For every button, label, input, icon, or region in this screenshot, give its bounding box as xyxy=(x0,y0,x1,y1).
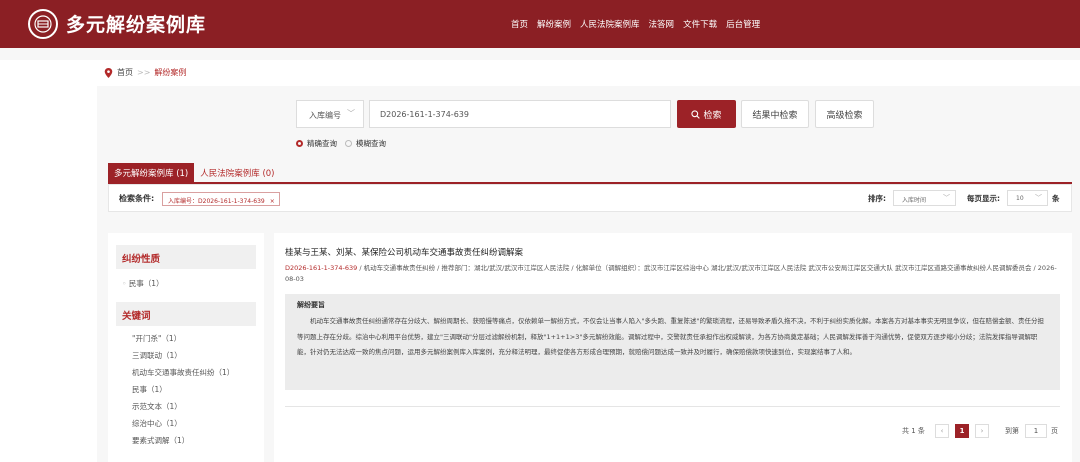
sort-select-value: 入库时间 xyxy=(902,197,927,204)
facet-keyword-item[interactable]: 示范文本（1） xyxy=(132,401,182,412)
exact-mode-radio[interactable] xyxy=(296,140,303,147)
tab-diverse-cases[interactable]: 多元解纷案例库 (1) xyxy=(108,163,195,182)
chevron-down-icon: ﹀ xyxy=(1035,194,1042,202)
breadcrumb: 首页 >> 解纷案例 xyxy=(104,67,186,78)
facet-nature-title: 纠纷性质 xyxy=(116,245,256,269)
bullet-icon: ◦ xyxy=(122,279,129,288)
summary-text: 机动车交通事故责任纠纷通常存在分歧大、解纷周期长、获赔慢等痛点，仅依赖单一解纷方… xyxy=(297,317,1044,356)
chevron-down-icon: ﹀ xyxy=(347,109,355,118)
breadcrumb-home[interactable]: 首页 xyxy=(117,67,133,78)
goto-unit: 页 xyxy=(1051,427,1058,435)
facet-keyword-item[interactable]: 要素式调解（1） xyxy=(132,435,189,446)
condition-tag-text: 入库编号：D2026-161-1-374-639 xyxy=(168,198,265,205)
facet-keyword-item[interactable]: 机动车交通事故责任纠纷（1） xyxy=(132,367,234,378)
site-title: 多元解纷案例库 xyxy=(66,14,207,36)
condition-tag[interactable]: 入库编号：D2026-161-1-374-639 × xyxy=(162,192,280,206)
search-within-results-button[interactable]: 结果中检索 xyxy=(741,100,809,128)
search-icon xyxy=(691,109,701,119)
case-summary-box: 解纷要旨 机动车交通事故责任纠纷通常存在分歧大、解纷周期长、获赔慢等痛点，仅依赖… xyxy=(285,294,1060,390)
tab-court-cases[interactable]: 人民法院案例库 (0) xyxy=(194,163,280,182)
chevron-right-icon: › xyxy=(980,427,984,435)
nav-cases[interactable]: 解纷案例 xyxy=(537,18,571,30)
facet-keyword-item[interactable]: 三调联动（1） xyxy=(132,350,182,361)
page-button-current[interactable]: 1 xyxy=(955,424,969,438)
next-page-button[interactable]: › xyxy=(975,424,989,438)
nav-law-qa[interactable]: 法答网 xyxy=(649,18,675,30)
main-nav: 首页 解纷案例 人民法院案例库 法答网 文件下载 后台管理 xyxy=(511,18,769,30)
facet-keyword-title: 关键词 xyxy=(116,302,256,326)
page-size-value: 10 xyxy=(1016,195,1024,202)
close-icon[interactable]: × xyxy=(270,198,275,205)
search-input[interactable]: D2026-161-1-374-639 xyxy=(369,100,671,128)
breadcrumb-separator: >> xyxy=(137,68,151,77)
breadcrumb-current[interactable]: 解纷案例 xyxy=(154,67,186,78)
facet-nature-item-label: 民事（1） xyxy=(128,279,164,288)
library-tabs: 多元解纷案例库 (1) 人民法院案例库 (0) xyxy=(108,163,281,182)
nav-court-cases[interactable]: 人民法院案例库 xyxy=(580,18,640,30)
facet-keyword-item[interactable]: "开门杀"（1） xyxy=(132,333,181,344)
results-divider xyxy=(285,406,1060,407)
case-title-link[interactable]: 桂某与王某、刘某、某保险公司机动车交通事故责任纠纷调解案 xyxy=(285,246,523,258)
fuzzy-mode-label: 模糊查询 xyxy=(356,139,386,148)
chevron-down-icon: ﹀ xyxy=(943,194,950,202)
location-pin-icon xyxy=(104,67,113,78)
court-emblem-icon xyxy=(28,9,58,39)
search-button-label: 检索 xyxy=(703,110,722,121)
page-size-unit: 条 xyxy=(1052,194,1060,203)
emblem-glyph-icon xyxy=(34,15,52,33)
summary-title: 解纷要旨 xyxy=(297,301,325,309)
search-mode-group: 精确查询 模糊查询 xyxy=(296,138,394,149)
chevron-left-icon: ‹ xyxy=(940,427,944,435)
case-meta: D2026-161-1-374-639 / 机动车交通事故责任纠纷 / 推荐部门… xyxy=(285,263,1065,285)
page-size-select[interactable]: 10 ﹀ xyxy=(1007,190,1048,206)
nav-downloads[interactable]: 文件下载 xyxy=(683,18,717,30)
fuzzy-mode-radio[interactable] xyxy=(345,140,352,147)
case-code: D2026-161-1-374-639 xyxy=(285,264,358,272)
search-field-value: 入库编号 xyxy=(309,111,341,120)
facet-keyword-item[interactable]: 综治中心（1） xyxy=(132,418,182,429)
left-margin xyxy=(0,86,97,462)
facet-nature-item[interactable]: ◦ 民事（1） xyxy=(122,278,164,289)
pagination-total: 共 1 条 xyxy=(902,427,925,435)
sort-label: 排序: xyxy=(868,194,886,203)
advanced-search-button[interactable]: 高级检索 xyxy=(815,100,874,128)
page-size-label: 每页显示: xyxy=(967,194,1000,203)
exact-mode-label: 精确查询 xyxy=(307,139,337,148)
case-meta-text: / 机动车交通事故责任纠纷 / 推荐部门：湖北/武汉/武汉市江岸区人民法院 / … xyxy=(285,264,1057,283)
sort-select[interactable]: 入库时间 ﹀ xyxy=(893,190,956,206)
nav-home[interactable]: 首页 xyxy=(511,18,528,30)
goto-page-input[interactable]: 1 xyxy=(1025,424,1047,438)
nav-admin[interactable]: 后台管理 xyxy=(726,18,760,30)
search-field-select[interactable]: 入库编号 ﹀ xyxy=(296,100,364,128)
goto-label: 到第 xyxy=(1005,427,1019,435)
search-button[interactable]: 检索 xyxy=(677,100,736,128)
conditions-label: 检索条件: xyxy=(119,194,155,203)
prev-page-button[interactable]: ‹ xyxy=(935,424,949,438)
facet-keyword-item[interactable]: 民事（1） xyxy=(132,384,167,395)
